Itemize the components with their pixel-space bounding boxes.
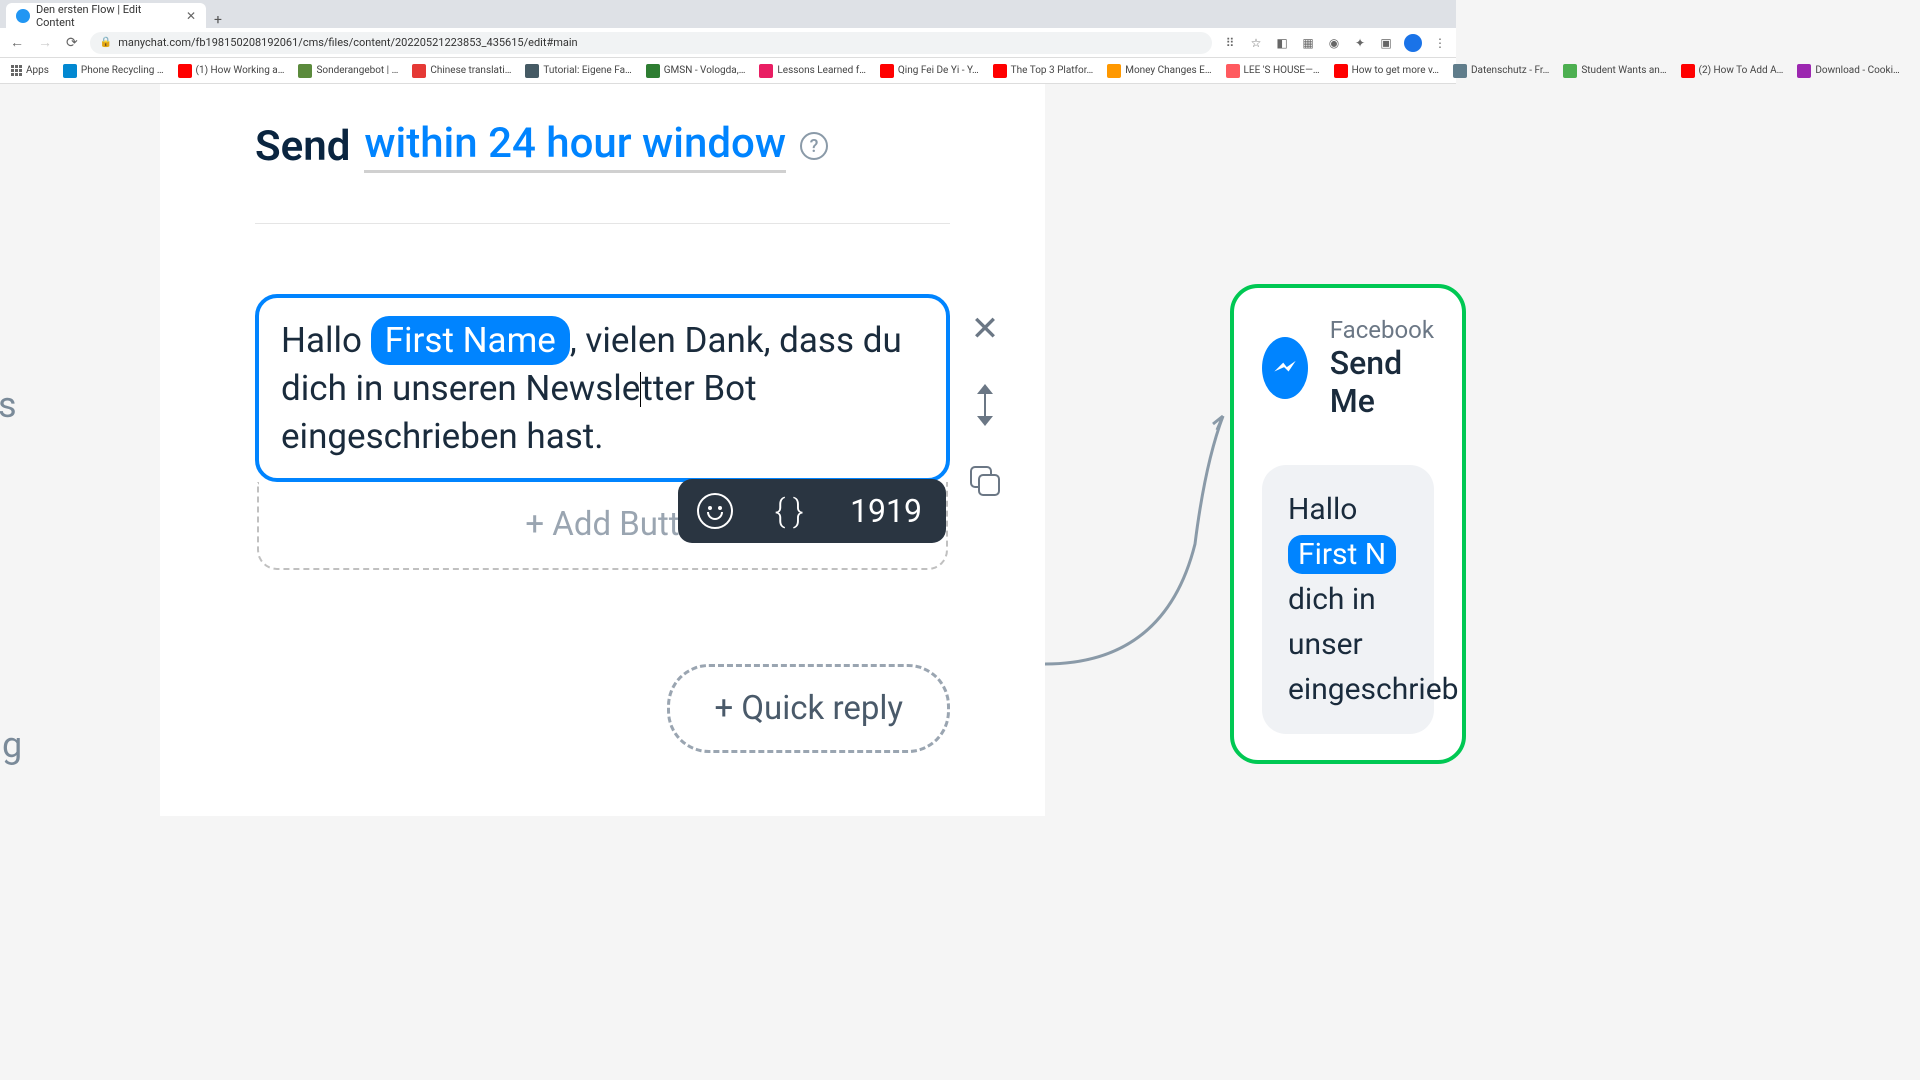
flow-connector-icon bbox=[1045, 404, 1235, 684]
bookmark-favicon-icon bbox=[1681, 64, 1695, 78]
resize-icon bbox=[975, 384, 995, 426]
forward-button[interactable]: → bbox=[36, 34, 54, 51]
cutoff-text: g bbox=[2, 724, 22, 766]
menu-icon[interactable]: ⋮ bbox=[1432, 35, 1448, 51]
app-content: s g Send within 24 hour window ? Hallo F… bbox=[0, 84, 1456, 816]
extension-icon[interactable]: ◧ bbox=[1274, 35, 1290, 51]
delete-block-button[interactable]: ✕ bbox=[965, 309, 1005, 349]
bookmark-favicon-icon bbox=[1107, 64, 1121, 78]
side-panel-icon[interactable]: ▣ bbox=[1378, 35, 1394, 51]
bookmark-favicon-icon bbox=[1797, 64, 1811, 78]
variable-first-name[interactable]: First Name bbox=[371, 316, 570, 365]
editor-panel: Send within 24 hour window ? Hallo First… bbox=[160, 84, 1045, 816]
bookmark-item[interactable]: (1) How Working a… bbox=[173, 62, 290, 80]
add-button-label: + Add Butt bbox=[525, 505, 679, 544]
bookmark-favicon-icon bbox=[1453, 64, 1467, 78]
extension2-icon[interactable]: ▦ bbox=[1300, 35, 1316, 51]
char-count: 1919 bbox=[826, 492, 946, 530]
back-button[interactable]: ← bbox=[8, 34, 26, 51]
bookmark-favicon-icon bbox=[178, 64, 192, 78]
bookmark-favicon-icon bbox=[412, 64, 426, 78]
page-title: Send within 24 hour window ? bbox=[255, 119, 950, 173]
message-text-editor[interactable]: Hallo First Name, vielen Dank, dass du d… bbox=[255, 294, 950, 482]
url-bar[interactable]: 🔒 manychat.com/fb198150208192061/cms/fil… bbox=[90, 32, 1212, 54]
send-label: Send bbox=[255, 122, 350, 171]
window-type-dropdown[interactable]: within 24 hour window bbox=[364, 119, 786, 173]
copy-icon bbox=[970, 466, 1000, 496]
bookmark-item[interactable]: Datenschutz - Fr… bbox=[1448, 62, 1554, 80]
preview-variable: First N bbox=[1288, 535, 1396, 574]
duplicate-block-button[interactable] bbox=[965, 461, 1005, 501]
left-panel-edge: s g bbox=[0, 84, 20, 816]
bookmark-item[interactable]: Chinese translati… bbox=[407, 62, 516, 80]
bookmark-favicon-icon bbox=[1334, 64, 1348, 78]
preview-titles: Facebook Send Me bbox=[1330, 316, 1434, 420]
bookmark-item[interactable]: Qing Fei De Yi - Y… bbox=[875, 62, 984, 80]
messenger-icon bbox=[1262, 337, 1308, 399]
help-icon[interactable]: ? bbox=[800, 132, 828, 160]
bookmark-favicon-icon bbox=[1563, 64, 1577, 78]
profile-avatar-icon[interactable] bbox=[1404, 34, 1422, 52]
message-block: Hallo First Name, vielen Dank, dass du d… bbox=[160, 294, 1045, 570]
bookmark-item[interactable]: Lessons Learned f… bbox=[754, 62, 871, 80]
apps-button[interactable]: Apps bbox=[6, 63, 54, 78]
bookmark-favicon-icon bbox=[63, 64, 77, 78]
bookmark-item[interactable]: Phone Recycling … bbox=[58, 62, 169, 80]
close-tab-icon[interactable]: ✕ bbox=[186, 9, 196, 23]
preview-platform: Facebook bbox=[1330, 316, 1434, 344]
lock-icon: 🔒 bbox=[100, 37, 112, 48]
preview-action: Send Me bbox=[1330, 344, 1434, 420]
quick-reply-button[interactable]: + Quick reply bbox=[667, 664, 950, 753]
bookmark-item[interactable]: How to get more v… bbox=[1329, 62, 1444, 80]
puzzle-icon[interactable]: ✦ bbox=[1352, 35, 1368, 51]
extension3-icon[interactable]: ◉ bbox=[1326, 35, 1342, 51]
translate-icon[interactable]: ⠿ bbox=[1222, 35, 1238, 51]
emoji-button[interactable] bbox=[678, 479, 752, 543]
bookmark-item[interactable]: Student Wants an… bbox=[1558, 62, 1671, 80]
tab-favicon-icon bbox=[16, 9, 30, 23]
variable-button[interactable]: { } bbox=[752, 479, 826, 543]
new-tab-button[interactable]: + bbox=[206, 12, 230, 28]
block-side-actions: ✕ bbox=[965, 309, 1005, 501]
header-section: Send within 24 hour window ? bbox=[160, 84, 1045, 173]
url-text: manychat.com/fb198150208192061/cms/files… bbox=[118, 36, 577, 49]
editor-toolbar: { } 1919 bbox=[678, 479, 946, 543]
bookmark-favicon-icon bbox=[759, 64, 773, 78]
bookmark-favicon-icon bbox=[993, 64, 1007, 78]
bookmark-item[interactable]: Download - Cooki… bbox=[1792, 62, 1904, 80]
apps-grid-icon bbox=[11, 65, 22, 76]
browser-tabs: Den ersten Flow | Edit Content ✕ + bbox=[0, 0, 1456, 28]
reload-button[interactable]: ⟳ bbox=[64, 35, 80, 51]
preview-panel[interactable]: Facebook Send Me Hallo First N dich in u… bbox=[1230, 284, 1466, 764]
add-button[interactable]: + Add Butt { } 1919 bbox=[257, 482, 948, 570]
divider bbox=[255, 223, 950, 224]
tab-title: Den ersten Flow | Edit Content bbox=[36, 3, 180, 29]
bookmark-item[interactable]: GMSN - Vologda,… bbox=[641, 62, 751, 80]
bookmark-item[interactable]: (2) How To Add A… bbox=[1676, 62, 1789, 80]
bookmark-item[interactable]: LEE 'S HOUSE—… bbox=[1221, 62, 1325, 80]
emoji-icon bbox=[697, 493, 733, 529]
preview-header: Facebook Send Me bbox=[1262, 316, 1434, 420]
cutoff-text: s bbox=[0, 384, 17, 426]
bookmark-item[interactable]: Money Changes E… bbox=[1102, 62, 1216, 80]
bookmark-favicon-icon bbox=[646, 64, 660, 78]
preview-message-bubble: Hallo First N dich in unser eingeschrieb bbox=[1262, 465, 1434, 734]
bookmarks-bar: Apps Phone Recycling … (1) How Working a… bbox=[0, 58, 1456, 84]
bookmark-favicon-icon bbox=[1226, 64, 1240, 78]
browser-toolbar: ← → ⟳ 🔒 manychat.com/fb198150208192061/c… bbox=[0, 28, 1456, 58]
bookmark-item[interactable]: The Top 3 Platfor… bbox=[988, 62, 1099, 80]
browser-tab[interactable]: Den ersten Flow | Edit Content ✕ bbox=[6, 3, 206, 28]
star-icon[interactable]: ☆ bbox=[1248, 35, 1264, 51]
text-cursor-icon bbox=[640, 372, 641, 407]
toolbar-icons: ⠿ ☆ ◧ ▦ ◉ ✦ ▣ ⋮ bbox=[1222, 34, 1448, 52]
bookmark-item[interactable]: Tutorial: Eigene Fa… bbox=[520, 62, 636, 80]
reorder-block-button[interactable] bbox=[965, 385, 1005, 425]
bookmark-favicon-icon bbox=[880, 64, 894, 78]
bookmark-favicon-icon bbox=[525, 64, 539, 78]
bookmark-favicon-icon bbox=[298, 64, 312, 78]
bookmark-item[interactable]: Sonderangebot | … bbox=[293, 62, 403, 80]
